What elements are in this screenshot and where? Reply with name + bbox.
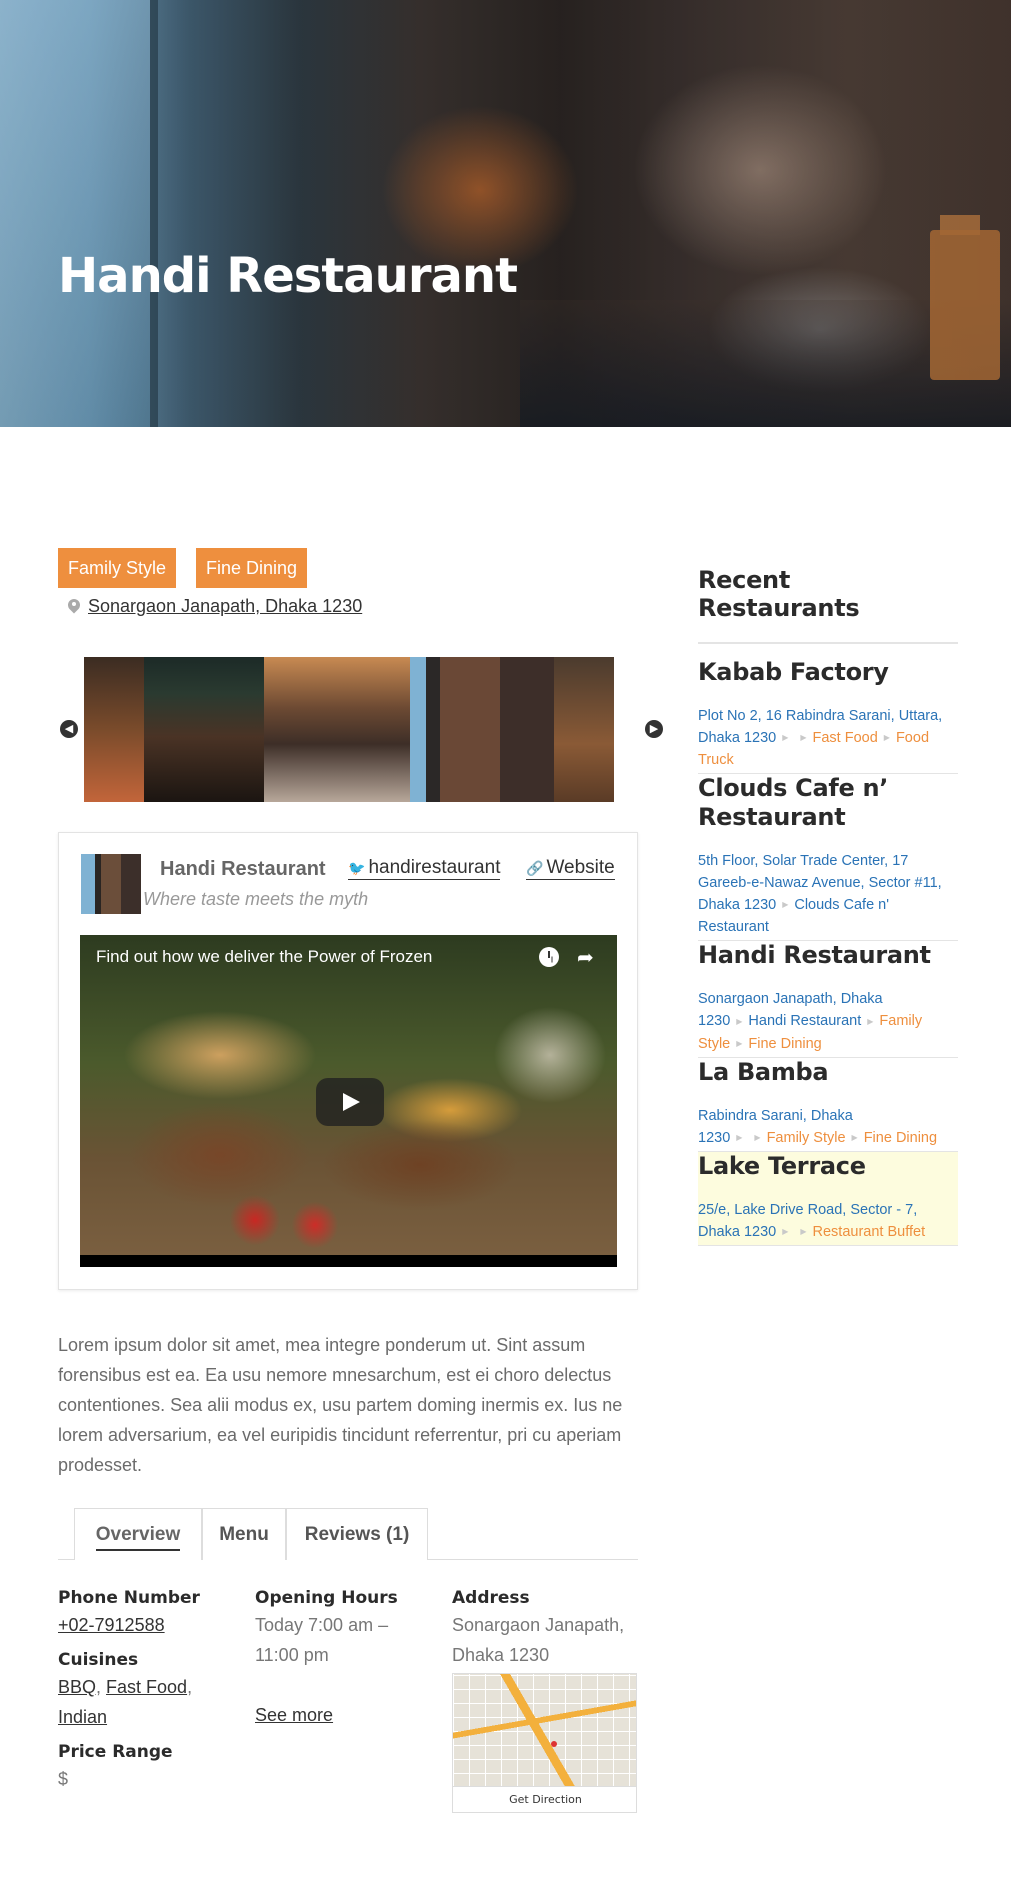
map-marker-icon bbox=[551, 1741, 557, 1747]
restaurant-card: Handi Restaurant 🐦 handirestaurant 🔗 Websi… bbox=[58, 832, 638, 1290]
recent-restaurant-meta: 25/e, Lake Drive Road, Sector - 7, Dhaka… bbox=[698, 1199, 958, 1243]
tag-family-style[interactable]: Family Style bbox=[58, 548, 177, 588]
video-title[interactable]: Find out how we deliver the Power of Fro… bbox=[96, 947, 432, 967]
recent-restaurant-name[interactable]: Kabab Factory bbox=[698, 658, 958, 687]
sidebar: Recent Restaurants Kabab Factory Plot No… bbox=[698, 566, 958, 1247]
gallery-prev-icon[interactable]: ◀ bbox=[60, 720, 78, 738]
cuisines-block: Cuisines BBQ, Fast Food, Indian bbox=[58, 1650, 238, 1732]
recent-restaurant-tag[interactable]: Fast Food bbox=[813, 730, 878, 746]
tab-reviews[interactable]: Reviews (1) bbox=[286, 1508, 428, 1560]
recent-restaurant-item: Handi Restaurant Sonargaon Janapath, Dha… bbox=[698, 941, 958, 1058]
share-icon[interactable]: ➦ bbox=[577, 945, 594, 969]
card-tagline: Where taste meets the myth bbox=[143, 889, 369, 909]
tab-overview-label: Overview bbox=[95, 1524, 181, 1551]
triangle-icon: ▶ bbox=[736, 1132, 743, 1142]
recent-restaurant-meta: Rabindra Sarani, Dhaka 1230 ▶ ▶ Family Styl… bbox=[698, 1105, 958, 1149]
see-more-link[interactable]: See more bbox=[255, 1705, 333, 1725]
recent-restaurant-name[interactable]: Handi Restaurant bbox=[698, 941, 958, 970]
recent-restaurant-meta: Plot No 2, 16 Rabindra Sarani, Uttara, D… bbox=[698, 705, 958, 771]
recent-restaurant-tag[interactable]: Restaurant Buffet bbox=[813, 1224, 926, 1240]
card-restaurant-name: Handi Restaurant bbox=[160, 858, 326, 880]
link-icon: 🔗 bbox=[526, 860, 544, 876]
recent-restaurant-item: Clouds Cafe n’ Restaurant 5th Floor, Sol… bbox=[698, 774, 958, 942]
tab-menu[interactable]: Menu bbox=[202, 1508, 286, 1560]
triangle-icon: ▶ bbox=[867, 1016, 874, 1026]
recent-restaurant-meta: Sonargaon Janapath, Dhaka 1230 ▶ Handi Res… bbox=[698, 988, 958, 1054]
triangle-icon: ▶ bbox=[736, 1038, 743, 1048]
gallery-image-4[interactable] bbox=[410, 657, 554, 802]
triangle-icon: ▶ bbox=[851, 1132, 858, 1142]
avatar bbox=[81, 854, 141, 914]
gallery-next-icon[interactable]: ▶ bbox=[645, 720, 663, 738]
address-value: Sonargaon Janapath, Dhaka 1230 bbox=[452, 1615, 625, 1665]
gallery-image-1[interactable] bbox=[84, 657, 144, 802]
recent-restaurant-name[interactable]: La Bamba bbox=[698, 1058, 958, 1087]
twitter-link[interactable]: 🐦 handirestaurant bbox=[348, 857, 501, 880]
triangle-icon: ▶ bbox=[782, 900, 789, 910]
info-column-hours: Opening Hours Today 7:00 am – 11:00 pm S… bbox=[255, 1588, 435, 1730]
website-link[interactable]: 🔗 Website bbox=[526, 857, 615, 880]
phone-label: Phone Number bbox=[58, 1588, 200, 1608]
address-line: Sonargaon Janapath, Dhaka 1230 bbox=[68, 596, 362, 617]
video-player[interactable]: Find out how we deliver the Power of Fro… bbox=[80, 935, 617, 1267]
address-label: Address bbox=[452, 1588, 530, 1608]
play-button[interactable] bbox=[316, 1078, 384, 1126]
location-pin-icon bbox=[68, 599, 80, 615]
price-block: Price Range $ bbox=[58, 1742, 238, 1794]
gallery-image-2[interactable] bbox=[144, 657, 264, 802]
cuisine-link-bbq[interactable]: BBQ bbox=[58, 1677, 96, 1697]
recent-restaurant-item: Lake Terrace 25/e, Lake Drive Road, Sect… bbox=[698, 1151, 958, 1247]
recent-restaurant-item: La Bamba Rabindra Sarani, Dhaka 1230 ▶ ▶ Fa… bbox=[698, 1058, 958, 1152]
cuisine-link-indian[interactable]: Indian bbox=[58, 1707, 107, 1727]
triangle-icon: ▶ bbox=[800, 1227, 807, 1237]
category-tags: Family Style Fine Dining bbox=[58, 548, 308, 588]
get-direction-button[interactable]: Get Direction bbox=[453, 1786, 636, 1812]
triangle-icon: ▶ bbox=[736, 1016, 743, 1026]
cuisine-link-fast-food[interactable]: Fast Food bbox=[106, 1677, 187, 1697]
recent-restaurant-tag[interactable]: Family Style bbox=[767, 1130, 846, 1146]
recent-restaurant-meta: 5th Floor, Solar Trade Center, 17 Gareeb… bbox=[698, 850, 958, 938]
triangle-icon: ▶ bbox=[782, 1227, 789, 1237]
page-title: Handi Restaurant bbox=[58, 248, 518, 304]
recent-restaurant-name[interactable]: Lake Terrace bbox=[698, 1152, 958, 1181]
cuisines-label: Cuisines bbox=[58, 1650, 139, 1670]
twitter-icon: 🐦 bbox=[348, 860, 366, 876]
hours-label: Opening Hours bbox=[255, 1588, 398, 1608]
tab-overview[interactable]: Overview bbox=[74, 1508, 202, 1560]
price-label: Price Range bbox=[58, 1742, 173, 1762]
recent-restaurant-tag[interactable]: Fine Dining bbox=[748, 1036, 821, 1052]
recent-restaurant-name[interactable]: Clouds Cafe n’ Restaurant bbox=[698, 774, 958, 832]
price-value: $ bbox=[58, 1769, 69, 1789]
recent-restaurant-tag[interactable]: Handi Restaurant bbox=[748, 1013, 861, 1029]
recent-restaurant-item: Kabab Factory Plot No 2, 16 Rabindra Sar… bbox=[698, 644, 958, 775]
info-column-contact: Phone Number +02-7912588 Cuisines BBQ, F… bbox=[58, 1588, 238, 1804]
hero-banner: Handi Restaurant bbox=[0, 0, 1011, 427]
photo-gallery: ◀ ▶ bbox=[58, 657, 663, 802]
twitter-handle: handirestaurant bbox=[368, 857, 501, 878]
triangle-icon: ▶ bbox=[782, 733, 789, 743]
cuisines-list: BBQ, Fast Food, Indian bbox=[58, 1677, 193, 1727]
address-link[interactable]: Sonargaon Janapath, Dhaka 1230 bbox=[88, 596, 362, 617]
hero-overlay bbox=[0, 0, 1011, 427]
gallery-image-3[interactable] bbox=[264, 657, 410, 802]
detail-tabs: Overview Menu Reviews (1) bbox=[58, 1508, 638, 1560]
sidebar-title: Recent Restaurants bbox=[698, 566, 958, 644]
recent-restaurant-tag[interactable]: Fine Dining bbox=[864, 1130, 937, 1146]
description: Lorem ipsum dolor sit amet, mea integre … bbox=[58, 1335, 623, 1475]
triangle-icon: ▶ bbox=[754, 1132, 761, 1142]
website-label: Website bbox=[546, 857, 615, 878]
map-widget[interactable]: Get Direction bbox=[452, 1673, 637, 1813]
tag-fine-dining[interactable]: Fine Dining bbox=[196, 548, 308, 588]
phone-link[interactable]: +02-7912588 bbox=[58, 1615, 165, 1635]
hours-value: Today 7:00 am – 11:00 pm bbox=[255, 1615, 389, 1665]
map-image[interactable] bbox=[453, 1674, 636, 1788]
phone-block: Phone Number +02-7912588 bbox=[58, 1588, 238, 1640]
gallery-image-5[interactable] bbox=[554, 657, 614, 802]
triangle-icon: ▶ bbox=[800, 733, 807, 743]
triangle-icon: ▶ bbox=[883, 733, 890, 743]
info-column-address: Address Sonargaon Janapath, Dhaka 1230 bbox=[452, 1588, 638, 1670]
watch-later-icon[interactable] bbox=[539, 947, 559, 967]
